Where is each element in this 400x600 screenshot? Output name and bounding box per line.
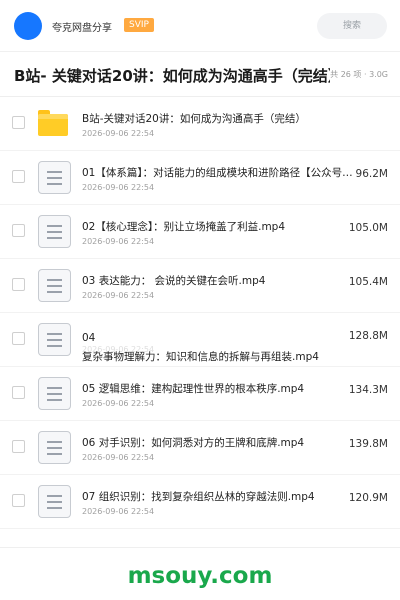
select-checkbox[interactable] bbox=[12, 224, 25, 237]
item-name: 05 逻辑思维：建构起理性世界的根本秩序.mp4 bbox=[82, 383, 305, 395]
file-icon bbox=[38, 161, 71, 194]
item-date: 2026-09-06 22:54 bbox=[82, 345, 155, 354]
header: 夸克网盘分享 SVIP 搜索 bbox=[0, 0, 400, 52]
item-date: 2026-09-06 22:54 bbox=[82, 129, 155, 138]
list-item[interactable]: 01【体系篇】：对话能力的组成模块和进阶路径【公众号：... 2026-09-0… bbox=[0, 151, 400, 205]
item-name: 06 对手识别：如何洞悉对方的王牌和底牌.mp4 bbox=[82, 437, 305, 449]
share-title: 夸克网盘分享 bbox=[52, 23, 112, 34]
list-item[interactable]: 05 逻辑思维：建构起理性世界的根本秩序.mp4 2026-09-06 22:5… bbox=[0, 367, 400, 421]
list-item[interactable]: 02【核心理念】：别让立场掩盖了利益.mp4 2026-09-06 22:54 … bbox=[0, 205, 400, 259]
file-icon bbox=[38, 377, 71, 410]
folder-meta: 共 26 项 · 3.0G bbox=[330, 70, 388, 79]
search-button[interactable]: 搜索 bbox=[317, 13, 387, 39]
item-date: 2026-09-06 22:54 bbox=[82, 453, 155, 462]
file-icon bbox=[38, 269, 71, 302]
item-size: 120.9M bbox=[348, 492, 388, 504]
select-checkbox[interactable] bbox=[12, 386, 25, 399]
select-checkbox[interactable] bbox=[12, 116, 25, 129]
file-icon bbox=[38, 323, 71, 356]
select-checkbox[interactable] bbox=[12, 278, 25, 291]
file-icon bbox=[38, 215, 71, 248]
item-name: 01【体系篇】：对话能力的组成模块和进阶路径【公众号：... bbox=[82, 167, 354, 179]
folder-icon bbox=[38, 107, 71, 140]
avatar[interactable] bbox=[14, 12, 42, 40]
folder-title: B站- 关键对话20讲：如何成为沟通高手（完结） bbox=[14, 67, 330, 85]
item-date: 2026-09-06 22:54 bbox=[82, 183, 155, 192]
item-name-line1: 04 bbox=[82, 332, 96, 344]
item-size: 96.2M bbox=[355, 168, 388, 180]
select-checkbox[interactable] bbox=[12, 332, 25, 345]
folder-header: B站- 关键对话20讲：如何成为沟通高手（完结） 共 26 项 · 3.0G bbox=[0, 52, 400, 97]
item-date: 2026-09-06 22:54 bbox=[82, 507, 155, 516]
item-date: 2026-09-06 22:54 bbox=[82, 399, 155, 408]
select-checkbox[interactable] bbox=[12, 170, 25, 183]
item-name: 03 表达能力： 会说的关键在会听.mp4 bbox=[82, 275, 266, 287]
select-checkbox[interactable] bbox=[12, 494, 25, 507]
file-icon bbox=[38, 431, 71, 464]
item-name: 07 组织识别：找到复杂组织丛林的穿越法则.mp4 bbox=[82, 491, 315, 503]
list-item[interactable]: B站-关键对话20讲：如何成为沟通高手（完结） 2026-09-06 22:54 bbox=[0, 97, 400, 151]
item-size: 139.8M bbox=[348, 438, 388, 450]
item-date: 2026-09-06 22:54 bbox=[82, 237, 155, 246]
file-list: B站-关键对话20讲：如何成为沟通高手（完结） 2026-09-06 22:54… bbox=[0, 97, 400, 529]
watermark: msouy.com bbox=[127, 563, 273, 589]
file-icon bbox=[38, 485, 71, 518]
item-name: B站-关键对话20讲：如何成为沟通高手（完结） bbox=[82, 113, 306, 125]
item-size: 105.0M bbox=[348, 222, 388, 234]
item-size: 105.4M bbox=[348, 276, 388, 288]
select-checkbox[interactable] bbox=[12, 440, 25, 453]
list-item[interactable]: 07 组织识别：找到复杂组织丛林的穿越法则.mp4 2026-09-06 22:… bbox=[0, 475, 400, 529]
item-date: 2026-09-06 22:54 bbox=[82, 291, 155, 300]
list-item[interactable]: 04 复杂事物理解力：知识和信息的拆解与再组装.mp4 2026-09-06 2… bbox=[0, 313, 400, 367]
list-item[interactable]: 06 对手识别：如何洞悉对方的王牌和底牌.mp4 2026-09-06 22:5… bbox=[0, 421, 400, 475]
item-size: 134.3M bbox=[348, 384, 388, 396]
svip-badge: SVIP bbox=[124, 18, 154, 32]
list-item[interactable]: 03 表达能力： 会说的关键在会听.mp4 2026-09-06 22:54 1… bbox=[0, 259, 400, 313]
item-name: 02【核心理念】：别让立场掩盖了利益.mp4 bbox=[82, 221, 286, 233]
item-size: 128.8M bbox=[348, 330, 388, 342]
list-end-divider bbox=[0, 547, 400, 548]
